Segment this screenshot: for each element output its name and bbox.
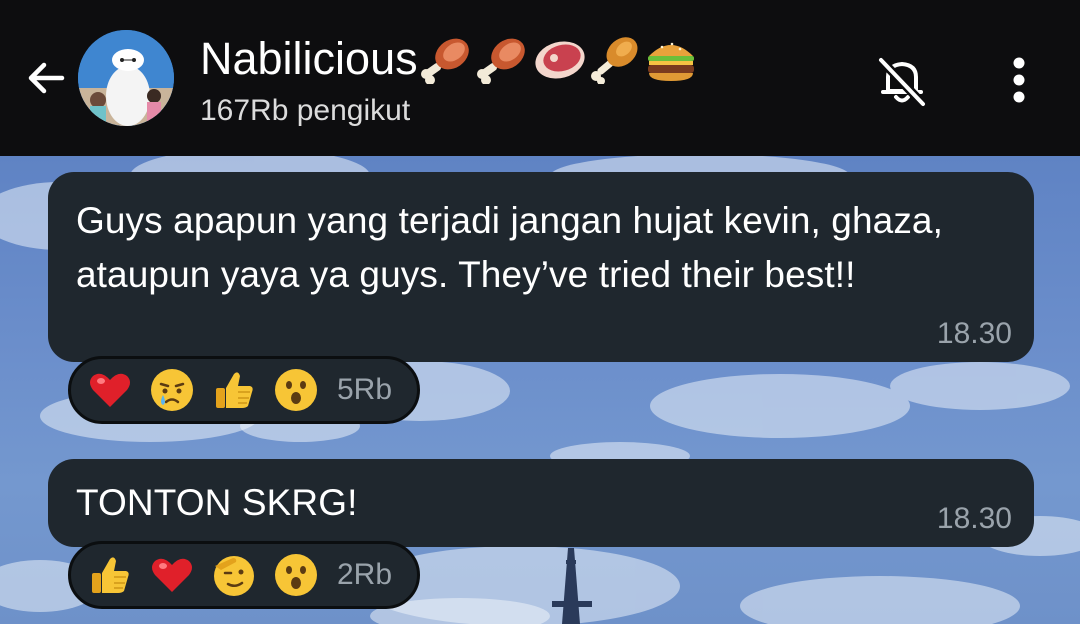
thumbs-up-icon[interactable] [211, 367, 257, 413]
hamburger-icon [644, 34, 698, 84]
message-text: TONTON SKRG! [76, 482, 358, 523]
message-time: 18.30 [936, 502, 1012, 535]
saluting-face-icon[interactable] [211, 552, 257, 598]
bell-off-icon [877, 56, 927, 108]
channel-name-label: Nabilicious [200, 33, 418, 84]
followers-count: 167Rb pengikut [200, 94, 411, 127]
red-heart-icon[interactable] [149, 552, 195, 598]
channel-name: Nabilicious [200, 30, 698, 88]
hushed-face-icon[interactable] [273, 552, 319, 598]
more-vertical-icon [1013, 57, 1025, 103]
message-bubble[interactable]: TONTON SKRG! 18.30 [48, 459, 1034, 547]
reaction-bar[interactable]: 5Rb [68, 356, 420, 424]
back-button[interactable] [18, 50, 74, 106]
red-heart-icon[interactable] [87, 367, 133, 413]
channel-header: Nabilicious 167Rb pengikut [0, 0, 1080, 156]
meat-on-bone-icon [476, 34, 530, 84]
message-list[interactable]: Guys apapun yang terjadi jangan hujat ke… [0, 156, 1080, 624]
reaction-count: 5Rb [337, 373, 393, 406]
sad-but-relieved-face-icon[interactable] [149, 367, 195, 413]
hushed-face-icon[interactable] [273, 367, 319, 413]
reaction-count: 2Rb [337, 558, 393, 591]
cut-of-meat-icon [532, 34, 588, 84]
message-text: Guys apapun yang terjadi jangan hujat ke… [76, 200, 943, 295]
avatar[interactable] [78, 30, 174, 126]
mute-button[interactable] [868, 50, 936, 112]
reaction-bar[interactable]: 2Rb [68, 541, 420, 609]
more-options-button[interactable] [996, 52, 1042, 108]
thumbs-up-icon[interactable] [87, 552, 133, 598]
poultry-leg-icon [590, 34, 642, 84]
message-time: 18.30 [936, 317, 1012, 350]
arrow-left-icon [28, 62, 65, 94]
channel-screen: Nabilicious 167Rb pengikut Guys apapun y… [0, 0, 1080, 624]
meat-on-bone-icon [420, 34, 474, 84]
message-bubble[interactable]: Guys apapun yang terjadi jangan hujat ke… [48, 172, 1034, 362]
